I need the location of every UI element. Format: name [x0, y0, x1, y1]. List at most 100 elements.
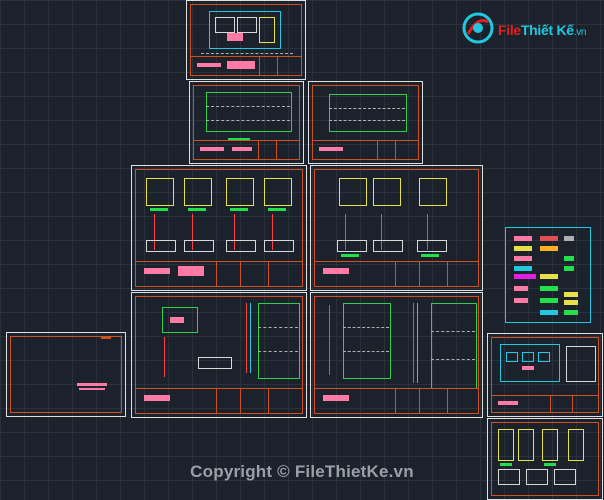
legend-swatch: [564, 310, 578, 315]
logo-wordmark-tld: .vn: [573, 27, 587, 38]
sheet-frame: [314, 169, 479, 287]
elevation-sheet[interactable]: [487, 333, 603, 417]
building-elevation: [500, 344, 560, 382]
footing-plan-detail: [339, 178, 367, 206]
legend-swatch: [540, 298, 558, 303]
layer-legend[interactable]: [505, 227, 591, 323]
title-block: [191, 56, 301, 75]
table-divider: [431, 331, 475, 332]
legend-swatch: [564, 256, 574, 261]
grid-line: [206, 106, 290, 107]
legend-swatch: [540, 310, 558, 315]
stair-detail-sheet[interactable]: [487, 418, 603, 500]
title-block: [315, 261, 478, 286]
sheet-frame: [10, 336, 122, 413]
column-detail-sheet-1[interactable]: [131, 292, 307, 418]
footing-section: [264, 240, 294, 252]
footing-plan-detail: [373, 178, 401, 206]
legend-swatch: [564, 266, 574, 271]
legend-swatch: [540, 236, 558, 241]
cover-title: [77, 383, 107, 386]
column-elevation: [250, 303, 251, 373]
dimension-line: [201, 53, 293, 54]
legend-swatch: [564, 292, 578, 297]
detail-label: [421, 254, 439, 257]
footing-section: [337, 240, 367, 252]
title-block: [136, 388, 302, 413]
section-detail: [566, 346, 596, 382]
footing-plan-detail: [184, 178, 212, 206]
sheet-frame: [314, 296, 479, 414]
footing-section: [417, 240, 447, 252]
detail-label: [341, 254, 359, 257]
footing-section: [226, 240, 256, 252]
cover-sheet[interactable]: [6, 332, 126, 417]
grid-line: [329, 108, 405, 109]
footing-section: [373, 240, 403, 252]
beam-section: [198, 357, 232, 369]
site-plan-sheet[interactable]: [186, 0, 306, 80]
legend-swatch: [540, 286, 558, 291]
legend-swatch: [540, 274, 558, 279]
foundation-plan-sheet-2[interactable]: [308, 81, 423, 164]
footing-grid: [206, 92, 292, 132]
table-divider: [258, 327, 298, 328]
window-detail: [522, 352, 534, 362]
sheet-frame: [135, 169, 303, 287]
footing-section: [184, 240, 214, 252]
floor-plan-room: [259, 17, 275, 43]
plan-annotation: [227, 33, 243, 41]
footing-detail-sheet-1[interactable]: [131, 165, 307, 291]
cad-model-space[interactable]: FileThiết Kế.vn Copyright © FileThietKe.…: [0, 0, 604, 500]
cover-subtitle: [79, 388, 105, 390]
table-divider: [343, 327, 389, 328]
logo-wordmark-file: File: [498, 22, 521, 38]
floor-plan-room: [215, 17, 235, 33]
title-block: [136, 261, 302, 286]
copyright-watermark: Copyright © FileThietKe.vn: [190, 462, 414, 481]
grid-line: [206, 120, 290, 121]
legend-swatch: [514, 274, 536, 279]
table-divider: [258, 351, 298, 352]
detail-label: [268, 208, 286, 211]
title-block: [315, 388, 478, 413]
legend-swatch: [540, 246, 558, 251]
sheet-frame: [193, 85, 300, 160]
section-table: [258, 303, 300, 379]
footing-detail-sheet-2[interactable]: [310, 165, 483, 291]
column-elevation: [246, 303, 247, 373]
stair-section: [542, 429, 558, 461]
legend-swatch: [514, 286, 528, 291]
detail-label: [150, 208, 168, 211]
detail-label: [230, 208, 248, 211]
column-detail-sheet-2[interactable]: [310, 292, 483, 418]
grid-line: [329, 120, 405, 121]
window-detail: [538, 352, 550, 362]
footing-plan-detail: [146, 178, 174, 206]
stair-section: [498, 429, 514, 461]
legend-swatch: [514, 236, 532, 241]
title-block: [194, 140, 299, 159]
floor-plan-room: [237, 17, 257, 33]
column-elevation: [413, 303, 414, 383]
legend-swatch: [514, 298, 528, 303]
foundation-plan-sheet-1[interactable]: [189, 81, 304, 164]
sheet-frame: [491, 422, 599, 496]
sheet-frame: [190, 4, 302, 76]
legend-swatch: [514, 266, 532, 271]
title-block: [313, 140, 418, 159]
sheet-frame: [491, 337, 599, 413]
footing-plan-detail: [419, 178, 447, 206]
footing-grid: [329, 94, 407, 132]
section-table: [343, 303, 391, 379]
plan-annotation: [522, 366, 534, 370]
legend-swatch: [514, 256, 532, 261]
sheet-frame: [312, 85, 419, 160]
footing-plan-detail: [226, 178, 254, 206]
title-block: [492, 395, 598, 412]
plan-annotation: [170, 317, 184, 323]
logo-wordmark-thietke: Thiết Kế: [520, 22, 574, 38]
column-elevation: [417, 303, 418, 383]
window-detail: [506, 352, 518, 362]
detail-label: [188, 208, 206, 211]
